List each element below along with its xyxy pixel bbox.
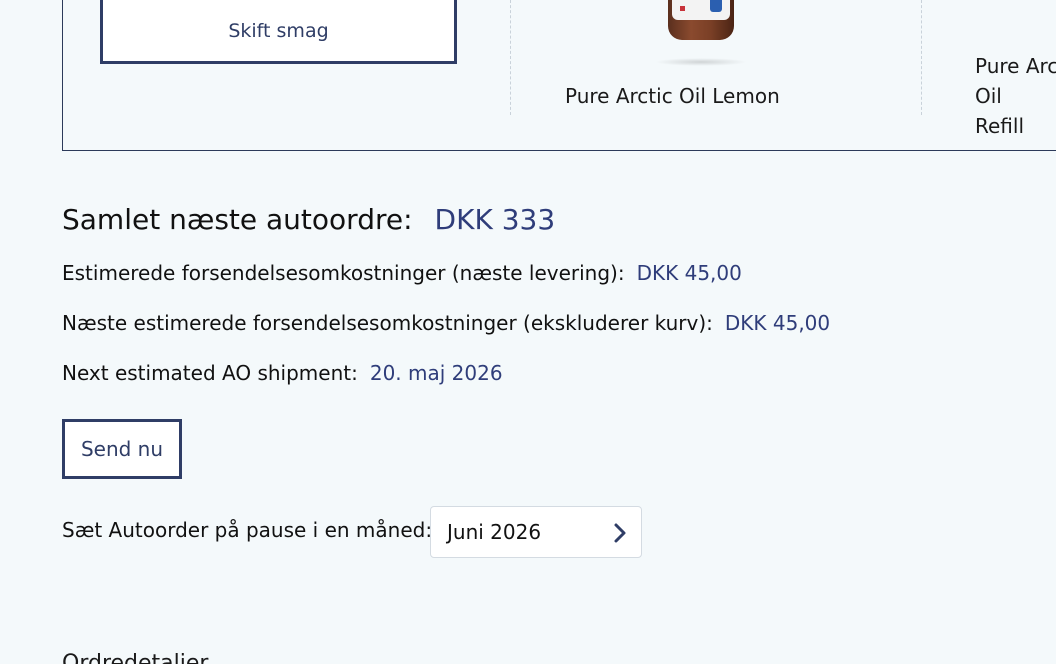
chevron-right-icon	[614, 523, 626, 543]
next-shipment-value: 20. maj 2026	[369, 361, 503, 385]
product-name-line: Pure Arctic Oil	[975, 54, 1056, 108]
label-blue-badge	[710, 0, 722, 12]
shipping-excl-value: DKK 45,00	[724, 311, 831, 335]
product-name[interactable]: Pure Arctic Oil Refill	[975, 51, 1056, 141]
send-now-button[interactable]: Send nu	[62, 419, 182, 479]
total-next-autoorder: Samlet næste autoordre: DKK 333	[62, 203, 555, 236]
label-red-mark	[680, 6, 685, 11]
pause-month-select[interactable]: Juni 2026	[430, 506, 642, 558]
product-name[interactable]: Pure Arctic Oil Lemon	[565, 81, 780, 111]
shipping-excl-label: Næste estimerede forsendelsesomkostninge…	[62, 311, 713, 335]
carousel-divider	[921, 0, 922, 115]
next-shipment-date: Next estimated AO shipment: 20. maj 2026	[62, 361, 503, 385]
shipping-excluding-cart: Næste estimerede forsendelsesomkostninge…	[62, 311, 830, 335]
shipping-next-delivery: Estimerede forsendelsesomkostninger (næs…	[62, 261, 742, 285]
next-shipment-label: Next estimated AO shipment:	[62, 361, 358, 385]
page: Skift smag Pure Arctic Oil Lemon Pure Ar…	[0, 0, 1056, 664]
change-flavor-button[interactable]: Skift smag	[100, 0, 457, 64]
order-details-heading: Ordredetaljer	[62, 651, 209, 664]
carousel-divider	[510, 0, 511, 115]
bottle-label	[672, 0, 730, 20]
pause-label: Sæt Autoorder på pause i en måned:	[62, 518, 433, 542]
total-label: Samlet næste autoordre:	[62, 203, 413, 236]
pause-month-value: Juni 2026	[447, 520, 542, 544]
shipping-next-value: DKK 45,00	[636, 261, 742, 285]
bottle-shadow	[655, 58, 747, 66]
shipping-next-label: Estimerede forsendelsesomkostninger (næs…	[62, 261, 625, 285]
product-name-line: Refill	[975, 114, 1025, 138]
total-value: DKK 333	[434, 203, 556, 236]
